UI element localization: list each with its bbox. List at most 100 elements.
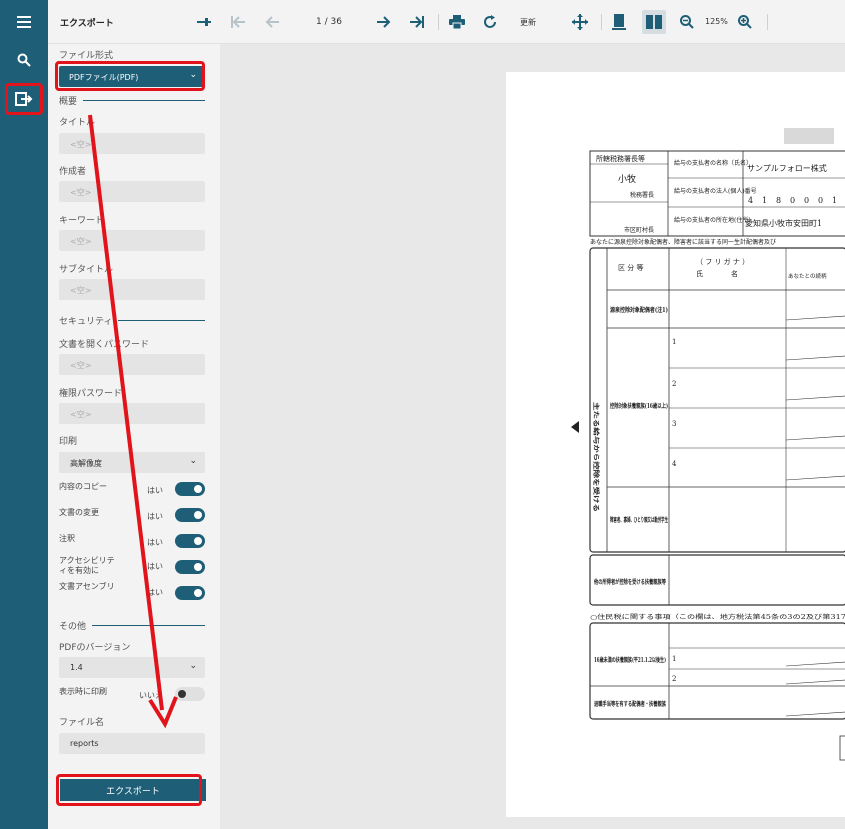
security-section-label: セキュリティ <box>59 317 113 327</box>
toggle-value: はい <box>147 562 163 571</box>
toggle-label: 内容のコピー <box>59 482 107 491</box>
toggle-switch[interactable] <box>175 586 205 600</box>
doc-digit: 0 <box>804 196 809 205</box>
chevron-down-icon: ⌄ <box>189 70 197 80</box>
toggle-print-on-open: 表示時に印刷 いいえ <box>59 687 205 705</box>
doc-row-retirement: 退職手当等を有する配偶者・扶養親族 <box>594 700 667 708</box>
title-input[interactable]: <空> <box>59 133 205 154</box>
print-label: 印刷 <box>59 437 78 447</box>
permission-password-label: 権限パスワード <box>59 389 123 399</box>
print-select-value: 高解像度 <box>70 459 102 468</box>
refresh-icon[interactable] <box>480 12 500 32</box>
export-icon[interactable] <box>9 86 39 112</box>
refresh-label[interactable]: 更新 <box>520 17 536 28</box>
doc-payer-name-label: 給与の支払者の名称（氏名） <box>674 159 752 167</box>
zoom-level[interactable]: 125% <box>705 17 728 26</box>
doc-row-2: 2 <box>672 380 676 388</box>
author-label: 作成者 <box>59 167 87 177</box>
toggle-knob <box>194 485 202 493</box>
open-password-input[interactable]: <空> <box>59 354 205 375</box>
toggle-label: 文書アセンブリ <box>59 582 115 591</box>
section-divider <box>92 625 205 626</box>
subtitle-label: サブタイトル <box>59 265 114 275</box>
toolbar: エクスポート 1 / 36 更新 125% <box>48 0 845 44</box>
toolbar-divider <box>601 14 602 30</box>
toggle-switch[interactable] <box>175 687 205 701</box>
doc-digit: 4 <box>748 196 753 205</box>
security-section: セキュリティ <box>59 314 205 327</box>
toggle-modify-document: 文書の変更 はい <box>59 508 205 526</box>
prev-page-arrow-icon[interactable] <box>571 421 579 433</box>
doc-address: 愛知県小牧市安田町1 <box>745 218 822 228</box>
doc-col-name: 氏 名 <box>696 269 738 278</box>
toggle-switch[interactable] <box>175 534 205 548</box>
document-page: 所轄税務署長等 小牧 税務署長 給与の支払者の名称（氏名） サンプルフォロー株式… <box>506 72 845 817</box>
toggle-label: アクセシビリティを有効に <box>59 556 115 575</box>
pin-icon[interactable] <box>194 12 214 32</box>
open-password-label: 文書を開くパスワード <box>59 340 150 350</box>
doc-col-furigana: （ フ リ ガ ナ ） <box>696 257 749 266</box>
toggle-value: はい <box>147 588 163 597</box>
page-indicator[interactable]: 1 / 36 <box>316 17 342 27</box>
keywords-label: キーワード <box>59 216 105 226</box>
toggle-knob <box>194 589 202 597</box>
export-button[interactable]: エクスポート <box>60 779 206 801</box>
search-icon[interactable] <box>9 47 39 73</box>
keywords-input[interactable]: <空> <box>59 230 205 251</box>
doc-digit: 0 <box>790 196 795 205</box>
doc-row-c: 障害者、寡婦、ひとり親又は勤労学生 <box>610 516 668 524</box>
doc-row-2: 2 <box>672 675 676 683</box>
toggle-knob <box>194 537 202 545</box>
doc-row-3: 3 <box>672 420 676 428</box>
doc-juminzei: ○住民税に関する事項（この欄は、地方税法第45条の3の2及び第317 <box>590 613 845 621</box>
file-format-label: ファイル形式 <box>59 51 114 61</box>
toggle-label: 表示時に印刷 <box>59 687 107 696</box>
doc-note: あなたに源泉控除対象配偶者、障害者に該当する同一生計配偶者及び <box>590 238 776 246</box>
move-icon[interactable] <box>570 12 590 32</box>
export-panel: ファイル形式 PDFファイル(PDF) ⌄ 概要 タイトル <空> 作成者 <空… <box>48 44 220 829</box>
tax-form-drawing: 所轄税務署長等 小牧 税務署長 給与の支払者の名称（氏名） サンプルフォロー株式… <box>589 128 845 761</box>
file-format-select[interactable]: PDFファイル(PDF) ⌄ <box>59 66 205 87</box>
next-page-icon[interactable] <box>374 12 394 32</box>
doc-col-relationship: あなたとの続柄 <box>788 272 827 280</box>
toggle-switch[interactable] <box>175 560 205 574</box>
doc-row-4: 4 <box>672 460 677 468</box>
zoom-out-icon[interactable] <box>677 12 697 32</box>
doc-footer-box <box>839 735 845 761</box>
other-section: その他 <box>59 619 205 632</box>
toggle-label: 注釈 <box>59 534 75 543</box>
left-rail <box>0 0 48 829</box>
toggle-label: 文書の変更 <box>59 508 99 517</box>
toggle-copy-content: 内容のコピー はい <box>59 482 205 500</box>
toggle-value: はい <box>147 512 163 521</box>
zoom-in-icon[interactable] <box>735 12 755 32</box>
filename-input[interactable]: reports <box>59 733 205 754</box>
author-input[interactable]: <空> <box>59 181 205 202</box>
subtitle-input[interactable]: <空> <box>59 279 205 300</box>
print-select[interactable]: 高解像度 ⌄ <box>59 452 205 473</box>
pdf-version-select[interactable]: 1.4 ⌄ <box>59 657 205 678</box>
single-page-icon[interactable] <box>609 12 629 32</box>
document-viewer: 所轄税務署長等 小牧 税務署長 給与の支払者の名称（氏名） サンプルフォロー株式… <box>220 44 845 829</box>
other-section-label: その他 <box>59 622 87 632</box>
book-view-icon[interactable] <box>642 10 666 34</box>
doc-payer-name: サンプルフォロー株式 <box>747 163 827 173</box>
toggle-knob <box>194 511 202 519</box>
doc-row-1: 1 <box>672 338 676 346</box>
permission-password-input[interactable]: <空> <box>59 403 205 424</box>
toggle-switch[interactable] <box>175 508 205 522</box>
last-page-icon[interactable] <box>407 12 427 32</box>
toggle-switch[interactable] <box>175 482 205 496</box>
print-icon[interactable] <box>447 12 467 32</box>
toggle-value: はい <box>147 486 163 495</box>
doc-row-d: 他の所得者が控除を受ける扶養親族等 <box>593 578 666 586</box>
filename-label: ファイル名 <box>59 718 105 728</box>
pdf-version-value: 1.4 <box>70 663 83 672</box>
toggle-accessibility: アクセシビリティを有効に はい <box>59 556 205 578</box>
first-page-icon[interactable] <box>228 12 248 32</box>
doc-side-label: 主たる給与から控除を受ける <box>592 402 600 512</box>
prev-page-icon[interactable] <box>262 12 282 32</box>
chevron-down-icon: ⌄ <box>189 661 197 671</box>
menu-icon[interactable] <box>9 9 39 35</box>
doc-digit: 1 <box>762 196 767 205</box>
